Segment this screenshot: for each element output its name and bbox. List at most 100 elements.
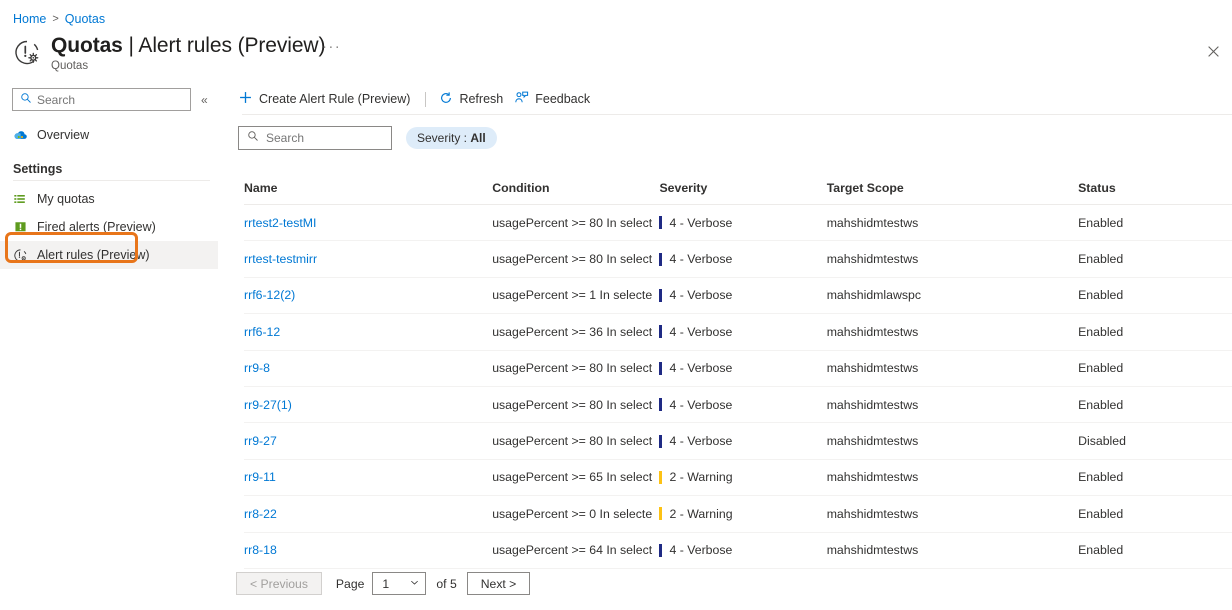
- alert-rule-link[interactable]: rrf6-12: [244, 325, 280, 339]
- cell-target-scope: mahshidmtestws: [826, 204, 1079, 242]
- sidebar-item-alert-rules[interactable]: Alert rules (Preview): [0, 241, 218, 269]
- cell-condition: usagePercent >= 64 In select: [492, 532, 660, 569]
- cell-status: Enabled: [1078, 240, 1232, 278]
- alert-rule-link[interactable]: rr9-27: [244, 434, 277, 448]
- table-row[interactable]: rrf6-12 usagePercent >= 36 In select 4 - V…: [244, 313, 1232, 351]
- feedback-button[interactable]: Feedback: [512, 87, 599, 111]
- table-row[interactable]: rr9-27 usagePercent >= 80 In select 4 - Ve…: [244, 422, 1232, 460]
- create-alert-rule-label: Create Alert Rule (Preview): [259, 92, 411, 106]
- alert-rules-table: Name Condition Severity Target Scope Sta…: [244, 181, 1232, 569]
- next-page-button[interactable]: Next >: [466, 572, 531, 595]
- search-input[interactable]: [12, 88, 191, 111]
- table-search-input[interactable]: [238, 126, 392, 150]
- cell-condition: usagePercent >= 80 In select: [492, 350, 660, 387]
- severity-filter-pill[interactable]: Severity : All: [406, 127, 497, 149]
- sidebar: « Overview Settings: [0, 88, 220, 269]
- table-row[interactable]: rr8-22 usagePercent >= 0 In selecte 2 - Wa…: [244, 495, 1232, 533]
- cell-name: rrf6-12(2): [244, 277, 493, 315]
- list-icon: [13, 192, 28, 207]
- column-header-severity[interactable]: Severity: [659, 181, 827, 205]
- alert-rule-link[interactable]: rr8-22: [244, 507, 277, 521]
- alert-rule-link[interactable]: rr9-11: [244, 470, 276, 484]
- table-row[interactable]: rr8-18 usagePercent >= 64 In select 4 - Ve…: [244, 532, 1232, 569]
- table-header-row: Name Condition Severity Target Scope Sta…: [244, 181, 1232, 205]
- refresh-label: Refresh: [459, 92, 504, 106]
- page-title-divider: |: [122, 34, 139, 57]
- more-options-button[interactable]: ···: [322, 39, 341, 54]
- cell-status: Enabled: [1078, 277, 1232, 315]
- sidebar-item-label: Fired alerts (Preview): [37, 220, 156, 234]
- cell-condition: usagePercent >= 36 In select: [492, 313, 660, 351]
- sidebar-search-field[interactable]: [37, 92, 172, 107]
- sidebar-item-fired-alerts[interactable]: Fired alerts (Preview): [0, 213, 220, 241]
- cell-name: rr8-18: [244, 532, 493, 569]
- cell-target-scope: mahshidmtestws: [826, 386, 1079, 424]
- column-header-target-scope[interactable]: Target Scope: [826, 181, 1079, 205]
- severity-color-bar: [659, 543, 663, 557]
- cell-name: rr8-22: [244, 495, 493, 533]
- feedback-person-icon: [514, 90, 529, 108]
- column-header-status[interactable]: Status: [1078, 181, 1232, 205]
- cell-target-scope: mahshidmtestws: [826, 532, 1079, 569]
- cell-status: Enabled: [1078, 350, 1232, 387]
- sidebar-item-overview[interactable]: Overview: [0, 121, 220, 149]
- cell-name: rr9-27: [244, 422, 493, 460]
- double-chevron-left-icon[interactable]: «: [201, 93, 208, 107]
- table-row[interactable]: rr9-27(1) usagePercent >= 80 In select 4 -…: [244, 386, 1232, 424]
- alert-rule-link[interactable]: rr9-27(1): [244, 398, 292, 412]
- page-total-label: of 5: [436, 576, 457, 591]
- plus-icon: [238, 90, 253, 108]
- search-icon: [20, 91, 32, 109]
- column-header-condition[interactable]: Condition: [492, 181, 660, 205]
- column-header-name[interactable]: Name: [244, 181, 493, 205]
- sidebar-item-my-quotas[interactable]: My quotas: [0, 185, 220, 213]
- cell-status: Enabled: [1078, 204, 1232, 242]
- cell-severity: 4 - Verbose: [659, 422, 827, 460]
- cell-severity: 4 - Verbose: [659, 240, 827, 278]
- alert-rule-link[interactable]: rr9-8: [244, 361, 270, 375]
- sidebar-section-settings: Settings: [13, 162, 63, 176]
- alert-rule-link[interactable]: rr8-18: [244, 543, 277, 557]
- cell-name: rrf6-12: [244, 313, 493, 351]
- sidebar-item-label: Overview: [37, 128, 90, 142]
- severity-label: 4 - Verbose: [669, 434, 733, 449]
- previous-page-button[interactable]: < Previous: [236, 572, 322, 595]
- alert-rule-link[interactable]: rrtest-testmirr: [244, 252, 317, 266]
- table-body: rrtest2-testMI usagePercent >= 80 In sele…: [244, 204, 1232, 569]
- cell-target-scope: mahshidmtestws: [826, 422, 1079, 460]
- page-number-select[interactable]: 1: [372, 572, 427, 595]
- cell-target-scope: mahshidmtestws: [826, 313, 1079, 351]
- alert-rule-link[interactable]: rrf6-12(2): [244, 288, 295, 302]
- cell-name: rr9-27(1): [244, 386, 493, 424]
- severity-color-bar: [659, 470, 663, 484]
- create-alert-rule-button[interactable]: Create Alert Rule (Preview): [236, 87, 419, 111]
- breadcrumb-quotas[interactable]: Quotas: [65, 12, 105, 26]
- cell-condition: usagePercent >= 80 In select: [492, 204, 660, 242]
- severity-label: 4 - Verbose: [669, 288, 733, 303]
- severity-label: 4 - Verbose: [669, 361, 733, 376]
- breadcrumb-home[interactable]: Home: [13, 12, 46, 26]
- severity-color-bar: [659, 398, 663, 412]
- cell-status: Disabled: [1078, 422, 1232, 460]
- table-row[interactable]: rr9-11 usagePercent >= 65 In select 2 - Wa…: [244, 459, 1232, 497]
- cell-severity: 4 - Verbose: [659, 204, 827, 242]
- table-search-field[interactable]: [266, 131, 370, 145]
- page-title-resource: Quotas: [51, 34, 123, 57]
- page-title-subpage: Alert rules (Preview): [138, 34, 326, 57]
- refresh-button[interactable]: Refresh: [437, 88, 512, 111]
- table-row[interactable]: rrf6-12(2) usagePercent >= 1 In selecte 4 …: [244, 277, 1232, 315]
- severity-color-bar: [659, 361, 663, 375]
- chevron-down-icon: [409, 577, 420, 591]
- severity-color-bar: [659, 216, 663, 230]
- table-row[interactable]: rrtest2-testMI usagePercent >= 80 In sele…: [244, 204, 1232, 242]
- cell-target-scope: mahshidmtestws: [826, 495, 1079, 533]
- cell-severity: 2 - Warning: [659, 459, 827, 497]
- table-row[interactable]: rr9-8 usagePercent >= 80 In select 4 - Ver…: [244, 350, 1232, 387]
- cell-target-scope: mahshidmtestws: [826, 240, 1079, 278]
- alert-rule-link[interactable]: rrtest2-testMI: [244, 216, 316, 230]
- close-icon[interactable]: [1201, 39, 1225, 63]
- severity-filter-label: Severity :: [417, 131, 471, 145]
- cell-condition: usagePercent >= 80 In select: [492, 422, 660, 460]
- table-row[interactable]: rrtest-testmirr usagePercent >= 80 In sel…: [244, 240, 1232, 278]
- cell-condition: usagePercent >= 80 In select: [492, 240, 660, 278]
